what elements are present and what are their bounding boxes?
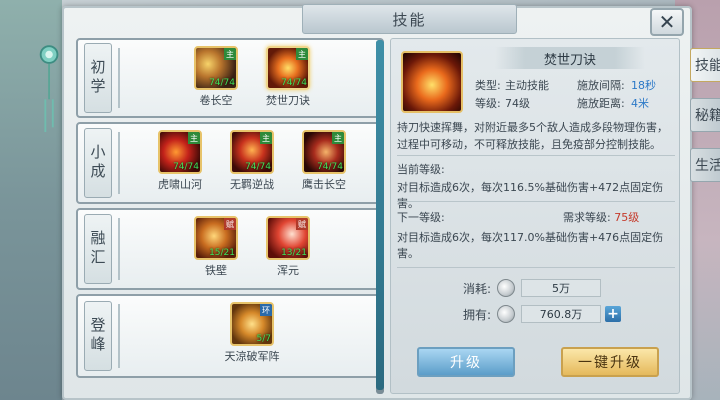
skill-row-beginner: 初学 主 74/74 卷长空 主 74/74 焚世刀诀 [76, 38, 384, 118]
divider [397, 201, 675, 202]
owned-value: 760.8万 [521, 305, 602, 323]
skill-icon: 主 74/74 [302, 130, 346, 174]
skill-name: 虎啸山河 [158, 178, 202, 191]
current-level-header: 当前等级: [397, 163, 445, 176]
divider [397, 267, 675, 268]
skill-badge: 主 [224, 48, 236, 60]
skill-detail-panel: 焚世刀诀 类型: 主动技能 施放间隔: 18秒 等级: 74级 施放距离: 4米… [390, 38, 680, 394]
silver-coin-icon [497, 279, 516, 297]
scrollbar[interactable] [376, 40, 384, 394]
skill-icon: 赋 13/21 [266, 216, 310, 260]
skill-icon: 主 74/74 [158, 130, 202, 174]
upgrade-button[interactable]: 升级 [417, 347, 515, 377]
window-title: 技能 [392, 10, 427, 29]
scrollbar-thumb[interactable] [376, 40, 384, 390]
skill-level: 5/7 [256, 334, 271, 344]
skill-badge: 主 [188, 132, 200, 144]
side-tabs: 技能 秘籍 生活 [690, 48, 720, 198]
skill-badge: 赋 [296, 218, 308, 230]
skill-name: 铁壁 [205, 264, 227, 277]
skill-badge: 主 [296, 48, 308, 60]
detail-skill-icon [401, 51, 463, 113]
skill-icon: 赋 15/21 [194, 216, 238, 260]
owned-row: 拥有: 760.8万 + [463, 305, 622, 323]
row-divider [118, 48, 120, 108]
skill-icon: 主 74/74 [230, 130, 274, 174]
divider [397, 155, 675, 156]
row-divider [118, 218, 120, 280]
skill-badge: 环 [260, 304, 272, 316]
cost-row: 消耗: 5万 [463, 279, 602, 297]
skill-slot[interactable]: 主 74/74 卷长空 [188, 46, 244, 116]
skill-name: 鹰击长空 [302, 178, 346, 191]
skill-name: 天涼破军阵 [224, 350, 280, 363]
detail-description: 持刀快速挥舞，对附近最多5个敌人造成多段物理伤害，过程中可移动，不可释放技能，且… [397, 121, 668, 151]
detail-level-label: 等级: [475, 97, 501, 110]
detail-type-value: 主动技能 [505, 79, 549, 92]
skill-slot[interactable]: 主 74/74 无羁逆战 [224, 130, 280, 202]
tab-life[interactable]: 生活 [690, 148, 720, 182]
close-button[interactable]: ✕ [650, 8, 684, 36]
skill-badge: 主 [332, 132, 344, 144]
required-level-value: 75级 [614, 211, 640, 224]
row-label: 登峰 [84, 301, 112, 371]
skill-level: 74/74 [245, 162, 271, 172]
row-divider [118, 132, 120, 194]
cost-label: 消耗: [463, 281, 492, 296]
skill-slot[interactable]: 环 5/7 天涼破军阵 [224, 302, 280, 376]
skill-level: 74/74 [317, 162, 343, 172]
detail-level-value: 74级 [505, 97, 530, 110]
one-key-upgrade-button[interactable]: 一键升级 [561, 347, 659, 377]
owned-label: 拥有: [463, 307, 492, 322]
required-level-label: 需求等级: [563, 211, 611, 224]
skill-badge: 主 [260, 132, 272, 144]
skill-icon: 主 74/74 [194, 46, 238, 90]
detail-interval-value: 18秒 [631, 79, 656, 92]
detail-interval-label: 施放间隔: [577, 79, 625, 92]
row-divider [118, 304, 120, 368]
close-icon: ✕ [658, 10, 676, 34]
add-currency-button[interactable]: + [605, 306, 622, 322]
skill-name: 卷长空 [199, 94, 233, 107]
skill-badge: 赋 [224, 218, 236, 230]
skill-level: 74/74 [209, 78, 235, 88]
silver-coin-icon [497, 305, 516, 323]
tab-skills[interactable]: 技能 [690, 48, 720, 82]
skill-name: 焚世刀诀 [266, 94, 310, 107]
detail-skill-name: 焚世刀诀 [495, 47, 645, 69]
next-level-effect: 对目标造成6次，每次117.0%基础伤害+476点固定伤害。 [397, 231, 664, 260]
detail-distance-label: 施放距离: [577, 97, 625, 110]
cost-value: 5万 [521, 279, 602, 297]
skill-level: 74/74 [173, 162, 199, 172]
window-title-bar: 技能 [302, 4, 517, 34]
skill-level: 15/21 [209, 248, 235, 258]
tab-secrets[interactable]: 秘籍 [690, 98, 720, 132]
detail-type-label: 类型: [475, 79, 501, 92]
row-label: 初学 [84, 43, 112, 113]
skill-name: 浑元 [277, 264, 299, 277]
detail-distance-value: 4米 [631, 97, 649, 110]
skill-icon: 环 5/7 [230, 302, 274, 346]
skill-rows: 初学 主 74/74 卷长空 主 74/74 焚世刀诀 小成 主 74/74 虎… [76, 38, 384, 382]
skill-level: 13/21 [281, 248, 307, 258]
skill-slot[interactable]: 主 74/74 鹰击长空 [296, 130, 352, 202]
skill-name: 无羁逆战 [230, 178, 274, 191]
skill-icon: 主 74/74 [266, 46, 310, 90]
row-label: 融汇 [84, 214, 112, 284]
skill-row-mastery: 融汇 赋 15/21 铁壁 赋 13/21 浑元 [76, 208, 384, 290]
current-level-effect: 对目标造成6次，每次116.5%基础伤害+472点固定伤害。 [397, 181, 664, 210]
skill-slot[interactable]: 主 74/74 焚世刀诀 [260, 46, 316, 116]
skill-level: 74/74 [281, 78, 307, 88]
skill-row-peak: 登峰 环 5/7 天涼破军阵 [76, 294, 384, 378]
skill-slot[interactable]: 主 74/74 虎啸山河 [152, 130, 208, 202]
jade-ornament-icon [39, 45, 59, 132]
skill-slot[interactable]: 赋 13/21 浑元 [260, 216, 316, 288]
row-label: 小成 [84, 128, 112, 198]
skill-slot[interactable]: 赋 15/21 铁壁 [188, 216, 244, 288]
skill-row-minor: 小成 主 74/74 虎啸山河 主 74/74 无羁逆战 主 74/74 鹰击长… [76, 122, 384, 204]
next-level-header: 下一等级: [397, 211, 445, 224]
